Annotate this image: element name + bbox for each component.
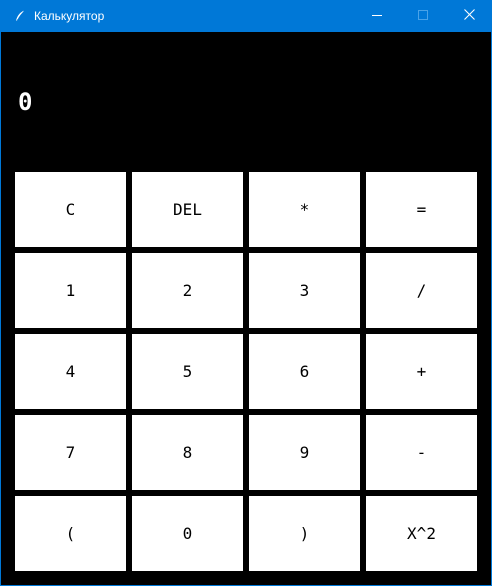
open-paren-button[interactable]: ( — [12, 493, 129, 574]
title-bar[interactable]: Калькулятор — [0, 0, 492, 32]
subtract-button[interactable]: - — [363, 412, 480, 493]
multiply-button[interactable]: * — [246, 169, 363, 250]
calculator-display: 0 — [1, 32, 491, 170]
minimize-icon — [372, 9, 382, 23]
square-button[interactable]: X^2 — [363, 493, 480, 574]
maximize-button[interactable] — [400, 0, 446, 32]
equals-button[interactable]: = — [363, 169, 480, 250]
display-value: 0 — [18, 88, 33, 116]
minimize-button[interactable] — [354, 0, 400, 32]
digit-4-button[interactable]: 4 — [12, 331, 129, 412]
close-paren-button[interactable]: ) — [246, 493, 363, 574]
keypad: C DEL * = 1 2 3/ 4 5 6 +7 8 9- (0) X^2 — [12, 169, 481, 576]
digit-7-button[interactable]: 7 — [12, 412, 129, 493]
digit-9-button[interactable]: 9 — [246, 412, 363, 493]
close-button[interactable] — [446, 0, 492, 32]
digit-3-button[interactable]: 3 — [246, 250, 363, 331]
add-button[interactable]: + — [363, 331, 480, 412]
maximize-icon — [418, 9, 428, 23]
digit-8-button[interactable]: 8 — [129, 412, 246, 493]
digit-2-button[interactable]: 2 — [129, 250, 246, 331]
window-title: Калькулятор — [34, 9, 105, 23]
calculator-window: Калькулятор 0 C DEL * = 1 2 3 / 4 5 6 + … — [0, 0, 492, 586]
clear-button[interactable]: C — [12, 169, 129, 250]
close-icon — [463, 9, 475, 23]
delete-button[interactable]: DEL — [129, 169, 246, 250]
digit-1-button[interactable]: 1 — [12, 250, 129, 331]
divide-button[interactable]: / — [363, 250, 480, 331]
digit-6-button[interactable]: 6 — [246, 331, 363, 412]
digit-5-button[interactable]: 5 — [129, 331, 246, 412]
feather-icon — [13, 9, 27, 23]
digit-0-button[interactable]: 0 — [129, 493, 246, 574]
